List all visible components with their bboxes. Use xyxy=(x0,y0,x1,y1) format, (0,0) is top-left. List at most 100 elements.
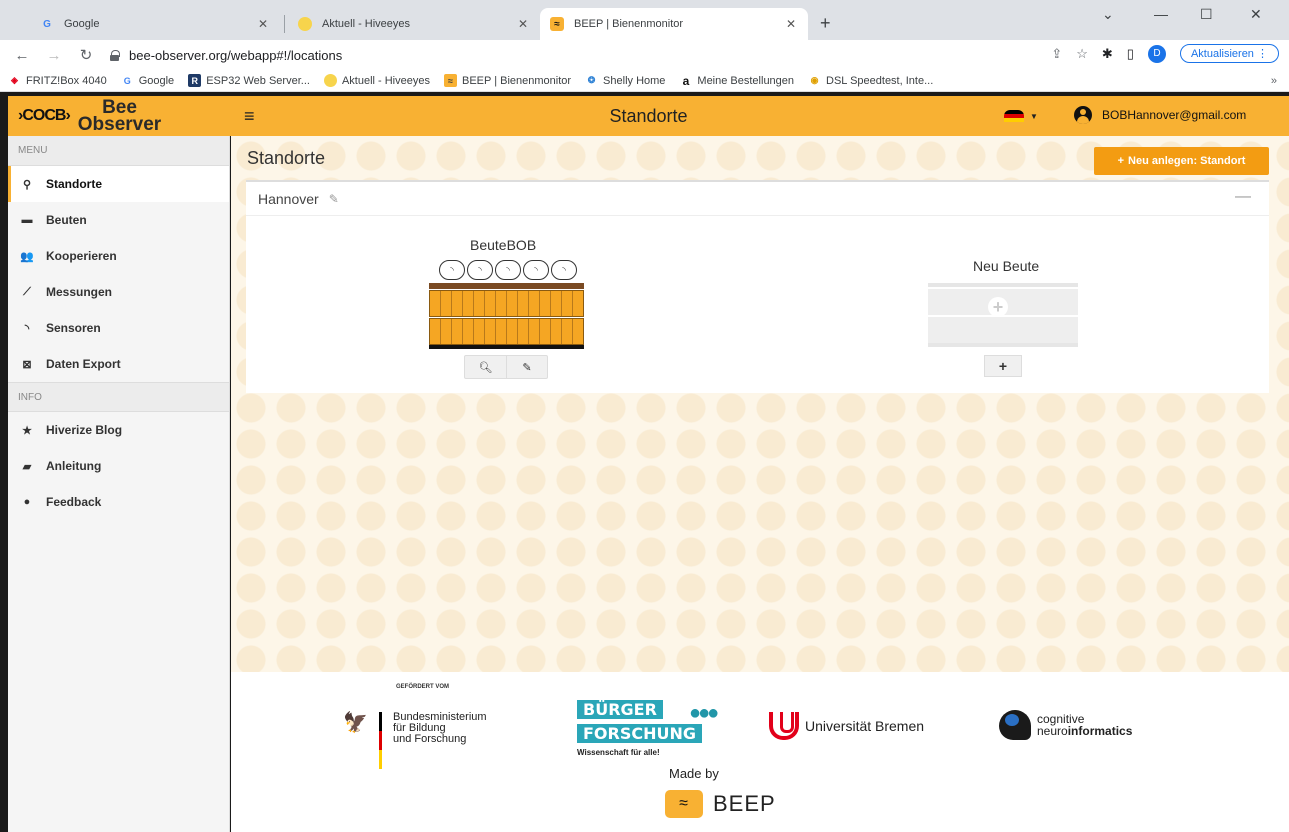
hiveeyes-icon xyxy=(323,74,337,87)
tab-google[interactable]: G Google ✕ xyxy=(30,8,280,40)
new-location-button[interactable]: + Neu anlegen: Standort xyxy=(1094,147,1269,175)
url-text: bee-observer.org/webapp#!/locations xyxy=(129,47,343,63)
german-flag-icon[interactable] xyxy=(1004,110,1024,122)
uni-bremen-mark-icon xyxy=(769,712,799,740)
hive-base xyxy=(429,345,584,349)
hive-name: BeuteBOB xyxy=(470,237,537,253)
bookmark-google[interactable]: G Google xyxy=(121,74,175,87)
brain-head-icon xyxy=(999,710,1031,740)
collapse-minus-icon[interactable]: — xyxy=(1235,188,1251,206)
bookmark-label: Aktuell - Hiveeyes xyxy=(341,74,430,87)
bookmark-label: DSL Speedtest, Inte... xyxy=(826,74,934,87)
hive-graphic[interactable] xyxy=(429,283,584,350)
sidebar-item-label: Anleitung xyxy=(46,459,102,473)
book-icon: ▰ xyxy=(22,460,32,473)
search-icon[interactable]: 🔍︎ xyxy=(465,356,506,378)
sidebar-item-label: Messungen xyxy=(46,285,113,299)
sensor-rss-icon[interactable]: ◝ xyxy=(495,260,521,280)
reload-icon[interactable]: ↻ xyxy=(76,46,96,64)
forward-arrow-icon[interactable]: → xyxy=(44,47,64,64)
bookmark-esp32[interactable]: R ESP32 Web Server... xyxy=(188,74,310,87)
user-menu[interactable]: BOBHannover@gmail.com xyxy=(1074,106,1246,124)
buergerforschung-logo[interactable]: BÜRGER FORSCHUNG Wissenschaft für alle! … xyxy=(577,700,722,762)
back-arrow-icon[interactable]: ← xyxy=(12,47,32,64)
browser-tab-bar: G Google ✕ Aktuell - Hiveeyes ✕ ≈ BEEP |… xyxy=(0,0,1289,40)
sidebar-item-anleitung[interactable]: ▰ Anleitung xyxy=(8,448,229,484)
more-bookmarks-icon[interactable]: » xyxy=(1271,75,1277,87)
profile-avatar[interactable]: D xyxy=(1147,44,1166,63)
bookmark-hiveeyes[interactable]: Aktuell - Hiveeyes xyxy=(323,74,430,87)
location-panel-header: Hannover ✎ — xyxy=(246,182,1269,216)
bookmark-star-icon[interactable]: ☆ xyxy=(1076,46,1088,62)
close-tab-icon[interactable]: ✕ xyxy=(518,17,528,31)
sidebar-item-label: Kooperieren xyxy=(46,249,117,263)
line-chart-icon: ⟋ xyxy=(23,285,31,298)
app-header: ›COCB› Bee Observer ≡ Standorte ▼ BOBHan… xyxy=(8,96,1289,136)
bookmark-amazon[interactable]: a Meine Bestellungen xyxy=(679,74,794,88)
bookmark-speedtest[interactable]: ◉ DSL Speedtest, Inte... xyxy=(808,74,934,87)
sidebar-item-label: Daten Export xyxy=(46,357,121,371)
sidebar-item-label: Hiverize Blog xyxy=(46,423,123,437)
google-icon: G xyxy=(123,75,131,86)
hamburger-menu-icon[interactable]: ≡ xyxy=(244,106,255,127)
sidebar-item-daten-export[interactable]: ⊠ Daten Export xyxy=(8,346,229,382)
sidebar-item-feedback[interactable]: ● Feedback xyxy=(8,484,229,520)
tab-hiveeyes[interactable]: Aktuell - Hiveeyes ✕ xyxy=(288,8,540,40)
close-window-icon[interactable]: ✕ xyxy=(1250,6,1262,23)
extensions-icon[interactable]: ✱ xyxy=(1102,46,1113,62)
logo-text: Bee Observer xyxy=(77,98,162,135)
rss-icon: ◝ xyxy=(24,322,30,335)
sensor-rss-icon[interactable]: ◝ xyxy=(467,260,493,280)
share-icon[interactable]: ⇪ xyxy=(1051,46,1062,62)
sidebar-item-kooperieren[interactable]: 👥 Kooperieren xyxy=(8,238,229,274)
minimize-icon[interactable]: — xyxy=(1154,6,1168,22)
logo-line2: Observer xyxy=(77,114,162,135)
new-tab-icon[interactable]: + xyxy=(820,13,831,34)
archive-icon: ▬ xyxy=(21,214,33,226)
edit-hive-pencil-icon[interactable]: ✎ xyxy=(506,356,547,378)
new-hive-label: Neu Beute xyxy=(973,258,1040,274)
edit-location-pencil-icon[interactable]: ✎ xyxy=(329,192,339,206)
sidebar-item-sensoren[interactable]: ◝ Sensoren xyxy=(8,310,229,346)
bookmark-label: Shelly Home xyxy=(603,74,666,87)
add-hive-button[interactable]: + xyxy=(984,355,1022,377)
side-panel-icon[interactable]: ▯ xyxy=(1127,46,1134,62)
plus-icon: + xyxy=(1117,155,1125,167)
sidebar-item-label: Sensoren xyxy=(46,321,101,335)
bf-line1: BÜRGER xyxy=(577,700,663,719)
bmbf-logo-text[interactable]: Bundesministerium für Bildung und Forsch… xyxy=(393,712,487,745)
cognitive-neuroinformatics-logo[interactable]: cognitive neuroinformatics xyxy=(999,710,1132,740)
tab-beep[interactable]: ≈ BEEP | Bienenmonitor ✕ xyxy=(540,8,808,40)
federal-eagle-icon: 🦅 xyxy=(343,712,368,734)
close-tab-icon[interactable]: ✕ xyxy=(786,17,796,31)
bookmark-fritzbox[interactable]: ◈ FRITZ!Box 4040 xyxy=(8,74,107,87)
update-button[interactable]: Aktualisieren ⋮ xyxy=(1179,44,1279,63)
url-field[interactable]: bee-observer.org/webapp#!/locations xyxy=(110,48,342,63)
bookmark-label: FRITZ!Box 4040 xyxy=(26,74,107,87)
sidebar-item-beuten[interactable]: ▬ Beuten xyxy=(8,202,229,238)
tab-search-chevron-icon[interactable]: ⌄ xyxy=(1102,6,1114,23)
footer: GEFÖRDERT VOM 🦅 Bundesministerium für Bi… xyxy=(231,672,1289,832)
cn-text: cognitive neuroinformatics xyxy=(1037,713,1132,737)
toolbar-right: ⇪ ☆ ✱ ▯ D Aktualisieren ⋮ xyxy=(1051,44,1279,63)
language-caret-icon[interactable]: ▼ xyxy=(1030,112,1038,121)
bookmark-label: ESP32 Web Server... xyxy=(206,74,310,87)
close-tab-icon[interactable]: ✕ xyxy=(258,17,268,31)
bee-observer-logo[interactable]: ›COCB› Bee Observer xyxy=(8,98,230,135)
beep-text: BEEP xyxy=(713,791,776,816)
maximize-icon[interactable]: ☐ xyxy=(1200,6,1213,23)
lock-icon xyxy=(110,49,120,61)
sensor-rss-icon[interactable]: ◝ xyxy=(523,260,549,280)
uni-bremen-logo[interactable]: Universität Bremen xyxy=(769,712,924,740)
uni-bremen-text: Universität Bremen xyxy=(805,718,925,734)
sidebar-item-hiverize-blog[interactable]: ★ Hiverize Blog xyxy=(8,412,229,448)
new-hive-placeholder[interactable]: + xyxy=(928,283,1078,347)
add-hive-plus-icon: + xyxy=(988,297,1018,327)
beep-logo[interactable]: ≈ BEEP xyxy=(665,790,776,818)
bookmark-shelly[interactable]: ❂ Shelly Home xyxy=(585,74,666,87)
sensor-rss-icon[interactable]: ◝ xyxy=(439,260,465,280)
bookmark-beep[interactable]: ≈ BEEP | Bienenmonitor xyxy=(443,74,571,87)
sidebar-item-messungen[interactable]: ⟋ Messungen xyxy=(8,274,229,310)
sidebar-item-standorte[interactable]: ⚲ Standorte xyxy=(8,166,229,202)
sensor-rss-icon[interactable]: ◝ xyxy=(551,260,577,280)
